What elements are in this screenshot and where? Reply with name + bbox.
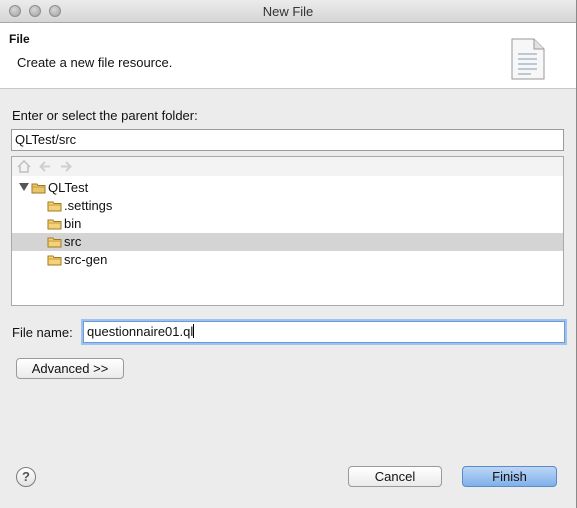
- tree-item-label: bin: [64, 216, 82, 231]
- expand-triangle-icon[interactable]: [19, 183, 29, 191]
- tree-toolbar: [12, 157, 563, 176]
- cancel-button[interactable]: Cancel: [348, 466, 442, 487]
- back-arrow-icon[interactable]: [38, 160, 52, 173]
- new-file-dialog: New File File Create a new file resource…: [0, 0, 577, 508]
- tree-item-src-gen[interactable]: src-gen: [12, 251, 563, 269]
- forward-arrow-icon[interactable]: [59, 160, 73, 173]
- wizard-page-title: File: [9, 32, 30, 46]
- parent-folder-input[interactable]: QLTest/src: [11, 129, 564, 151]
- project-folder-icon: [31, 183, 46, 194]
- tree-item-qltest[interactable]: QLTest: [12, 179, 563, 197]
- folder-icon: [47, 255, 62, 266]
- tree-item-settings[interactable]: .settings: [12, 197, 563, 215]
- tree-item-label: .settings: [64, 198, 113, 213]
- home-icon[interactable]: [17, 160, 31, 173]
- folder-icon: [47, 219, 62, 230]
- folder-icon: [47, 237, 62, 248]
- parent-folder-label: Enter or select the parent folder:: [12, 108, 198, 123]
- file-name-input[interactable]: questionnaire01.ql: [83, 321, 565, 343]
- file-document-icon: [511, 38, 545, 80]
- window-title: New File: [262, 4, 314, 19]
- text-cursor: [193, 324, 195, 338]
- tree-item-label: src-gen: [64, 252, 108, 267]
- title-bar[interactable]: New File: [0, 0, 576, 23]
- folder-icon: [47, 201, 62, 212]
- finish-button[interactable]: Finish: [462, 466, 557, 487]
- folder-tree[interactable]: QLTest .settings bin src src-gen: [11, 156, 564, 306]
- tree-item-label: QLTest: [48, 180, 89, 195]
- tree-item-src[interactable]: src: [12, 233, 563, 251]
- help-icon[interactable]: ?: [16, 467, 36, 487]
- file-name-label: File name:: [12, 325, 73, 340]
- wizard-page-description: Create a new file resource.: [17, 55, 173, 70]
- tree-item-label: src: [64, 234, 82, 249]
- file-name-value: questionnaire01.ql: [87, 324, 194, 339]
- advanced-button[interactable]: Advanced >>: [16, 358, 124, 379]
- tree-item-bin[interactable]: bin: [12, 215, 563, 233]
- wizard-banner: File Create a new file resource.: [0, 23, 576, 89]
